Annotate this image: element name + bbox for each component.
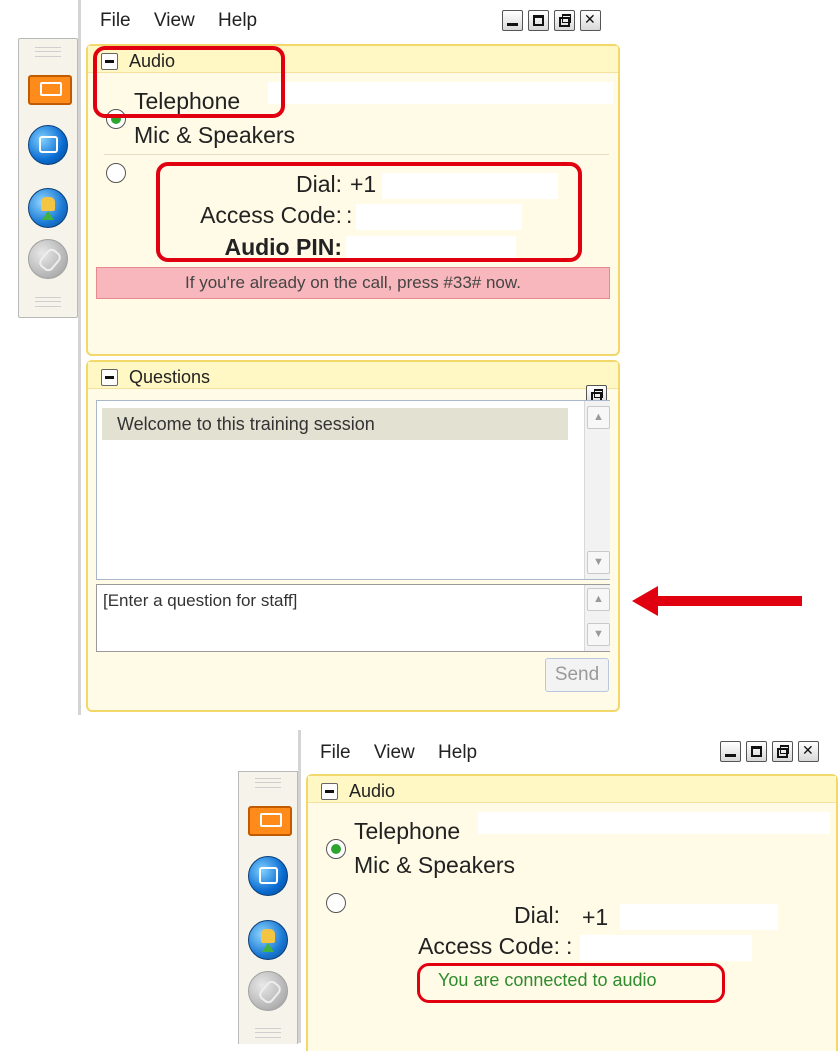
notice-banner: If you're already on the call, press #33… (96, 267, 610, 299)
pointer-arrow (632, 586, 802, 616)
window-controls (720, 741, 819, 762)
raise-hand-icon[interactable] (248, 920, 288, 960)
side-toolbar (18, 38, 78, 318)
scroll-down-icon[interactable]: ▼ (587, 551, 610, 574)
question-placeholder: [Enter a question for staff] (103, 591, 298, 610)
window-icon[interactable] (248, 856, 288, 896)
dial-label: Dial: (513, 902, 560, 928)
maximize-icon[interactable] (528, 10, 549, 31)
menu-file[interactable]: File (100, 10, 131, 31)
blank-strip (268, 82, 613, 104)
questions-pod-title: Questions (129, 367, 211, 387)
menu-view[interactable]: View (154, 10, 195, 31)
question-input[interactable]: [Enter a question for staff] ▲ ▼ (96, 584, 610, 652)
scroll-up-icon[interactable]: ▲ (587, 588, 610, 611)
audio-pod-title: Audio (349, 781, 396, 801)
toolbar-grip-bottom[interactable] (255, 1028, 281, 1038)
input-scrollbar[interactable]: ▲ ▼ (584, 585, 610, 651)
access-code-redacted (580, 935, 752, 961)
access-code-value: : (566, 933, 573, 959)
minimize-icon[interactable] (502, 10, 523, 31)
blank-strip (478, 812, 830, 834)
scroll-down-icon[interactable]: ▼ (587, 623, 610, 646)
welcome-message: Welcome to this training session (117, 414, 375, 434)
window-controls (502, 10, 601, 31)
maximize-icon[interactable] (746, 741, 767, 762)
menu-help[interactable]: Help (218, 10, 257, 31)
minimize-icon[interactable] (720, 741, 741, 762)
telephone-radio[interactable] (326, 839, 346, 859)
raise-hand-icon[interactable] (28, 188, 68, 228)
menu-bar: File View Help (100, 10, 275, 32)
send-button[interactable]: Send (545, 658, 609, 692)
window-edge (78, 0, 81, 715)
chat-scrollbar[interactable]: ▲ ▼ (584, 401, 610, 579)
chat-history[interactable]: Welcome to this training session ▲ ▼ (96, 400, 610, 580)
collapse-audio-icon[interactable] (321, 783, 338, 800)
mic-speakers-radio[interactable] (326, 893, 346, 913)
collapse-questions-icon[interactable] (101, 369, 118, 386)
divider (104, 154, 609, 155)
toolbar-grip[interactable] (35, 47, 61, 57)
telephone-label: Telephone (354, 818, 461, 844)
arrow-icon[interactable] (248, 806, 292, 836)
close-icon[interactable] (580, 10, 601, 31)
disabled-icon (248, 971, 288, 1011)
access-code-label: Access Code: (418, 933, 560, 959)
mic-speakers-label: Mic & Speakers (134, 122, 296, 148)
arrow-icon[interactable] (28, 75, 72, 105)
restore-icon[interactable] (772, 741, 793, 762)
window-edge (298, 730, 301, 1043)
toolbar-grip-bottom[interactable] (35, 297, 61, 307)
menu-file[interactable]: File (320, 742, 351, 763)
highlight-status (417, 963, 725, 1003)
close-icon[interactable] (798, 741, 819, 762)
toolbar-grip[interactable] (255, 778, 281, 788)
dial-value: +1 (582, 904, 609, 930)
questions-pod: Questions Welcome to this training sessi… (86, 360, 620, 712)
window-icon[interactable] (28, 125, 68, 165)
audio-pod: Audio Telephone Mic & Speakers Dial: +1 … (306, 774, 838, 1051)
mic-speakers-label: Mic & Speakers (354, 852, 516, 878)
disabled-icon (28, 239, 68, 279)
mic-speakers-radio[interactable] (106, 163, 126, 183)
highlight-dial-info (156, 162, 582, 262)
menu-view[interactable]: View (374, 742, 415, 763)
menu-bar: File View Help (320, 742, 495, 764)
highlight-telephone (93, 46, 285, 118)
dial-redacted (620, 904, 778, 930)
scroll-up-icon[interactable]: ▲ (587, 406, 610, 429)
restore-icon[interactable] (554, 10, 575, 31)
side-toolbar (238, 771, 298, 1044)
menu-help[interactable]: Help (438, 742, 477, 763)
